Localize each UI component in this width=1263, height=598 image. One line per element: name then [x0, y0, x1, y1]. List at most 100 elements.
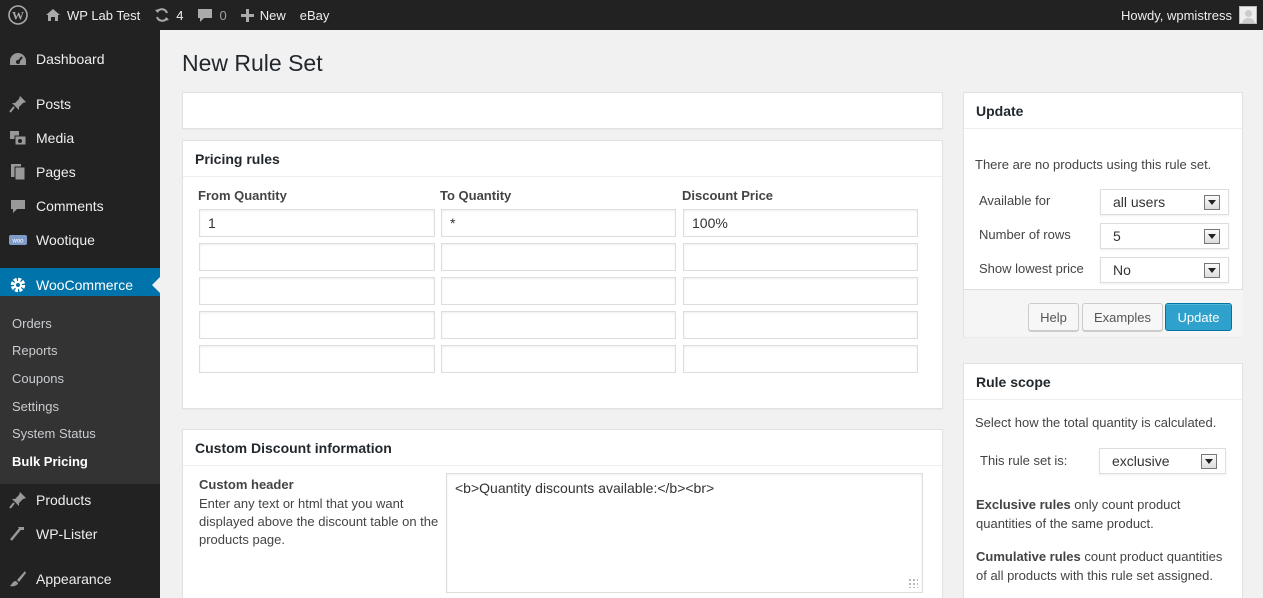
rule-scope-title[interactable]: Rule scope	[964, 364, 1242, 400]
custom-header-label: Custom header	[199, 477, 294, 492]
gear-icon	[0, 276, 36, 294]
menu-label: Comments	[36, 198, 104, 214]
available-for-value: all users	[1113, 194, 1166, 210]
from-quantity-input[interactable]: 1	[199, 209, 435, 237]
chevron-down-icon	[1204, 195, 1220, 210]
menu-appearance[interactable]: Appearance	[0, 562, 160, 596]
rule-scope-intro: Select how the total quantity is calcula…	[975, 415, 1217, 430]
exclusive-rules-description: Exclusive rules only count product quant…	[976, 495, 1236, 533]
menu-wootique[interactable]: woo Wootique	[0, 223, 160, 257]
exclusive-rules-title: Exclusive rules	[976, 497, 1071, 512]
menu-label: Appearance	[36, 571, 112, 587]
submenu-system-status[interactable]: System Status	[12, 426, 96, 441]
wordpress-logo-icon[interactable]: W	[0, 0, 38, 30]
to-quantity-input[interactable]	[441, 243, 676, 271]
custom-discount-title[interactable]: Custom Discount information	[183, 430, 942, 466]
update-box: Update There are no products using this …	[963, 92, 1243, 337]
pages-icon	[0, 163, 36, 181]
menu-label: Dashboard	[36, 51, 105, 67]
update-button[interactable]: Update	[1165, 303, 1232, 331]
to-quantity-input[interactable]	[441, 277, 676, 305]
avatar	[1239, 6, 1257, 24]
show-lowest-price-value: No	[1113, 262, 1131, 278]
custom-header-textarea[interactable]: <b>Quantity discounts available:</b><br>	[446, 473, 923, 593]
pin-icon	[0, 491, 36, 509]
examples-button[interactable]: Examples	[1082, 303, 1163, 331]
col-from-quantity: From Quantity	[198, 188, 287, 203]
show-lowest-price-select[interactable]: No	[1100, 257, 1229, 283]
comment-icon	[0, 198, 36, 214]
submenu-orders[interactable]: Orders	[12, 316, 52, 331]
menu-label: Posts	[36, 96, 72, 112]
from-quantity-input[interactable]	[199, 345, 435, 373]
rule-set-type-select[interactable]: exclusive	[1099, 448, 1226, 474]
from-quantity-input[interactable]	[199, 277, 435, 305]
chevron-down-icon	[1204, 263, 1220, 278]
menu-pages[interactable]: Pages	[0, 155, 160, 189]
to-quantity-input[interactable]: *	[441, 209, 676, 237]
menu-comments[interactable]: Comments	[0, 189, 160, 223]
pricing-rules-title[interactable]: Pricing rules	[183, 141, 942, 177]
updates-link[interactable]: 4	[147, 0, 190, 30]
resize-grip-icon[interactable]	[908, 578, 918, 588]
plus-icon	[240, 8, 254, 22]
no-products-notice: There are no products using this rule se…	[975, 157, 1212, 172]
howdy-text: Howdy, wpmistress	[1120, 7, 1232, 23]
from-quantity-input[interactable]	[199, 243, 435, 271]
submenu-settings[interactable]: Settings	[12, 399, 59, 414]
svg-text:W: W	[12, 9, 24, 23]
pin-icon	[0, 95, 36, 113]
ebay-label: eBay	[299, 7, 330, 23]
update-box-title[interactable]: Update	[964, 93, 1242, 129]
menu-dashboard[interactable]: Dashboard	[0, 42, 160, 76]
menu-label: WooCommerce	[36, 277, 133, 293]
title-box[interactable]	[182, 92, 943, 129]
menu-products[interactable]: Products	[0, 483, 160, 517]
ebay-link[interactable]: eBay	[293, 0, 337, 30]
discount-price-input[interactable]	[683, 277, 918, 305]
page-title: New Rule Set	[182, 50, 323, 76]
chevron-down-icon	[1204, 229, 1220, 244]
menu-wp-lister[interactable]: WP-Lister	[0, 517, 160, 551]
discount-price-input[interactable]	[683, 311, 918, 339]
site-name-link[interactable]: WP Lab Test	[38, 0, 147, 30]
admin-bar: W WP Lab Test 4 0 New eBay Howdy, wpmist…	[0, 0, 1263, 30]
custom-discount-box: Custom Discount information Custom heade…	[182, 429, 943, 598]
submenu-reports[interactable]: Reports	[12, 343, 58, 358]
to-quantity-input[interactable]	[441, 311, 676, 339]
submenu-coupons[interactable]: Coupons	[12, 371, 64, 386]
comments-link[interactable]: 0	[190, 0, 233, 30]
dashboard-icon	[0, 51, 36, 67]
help-button[interactable]: Help	[1028, 303, 1079, 331]
comments-count: 0	[219, 7, 227, 23]
new-label: New	[259, 7, 286, 23]
hammer-icon	[0, 525, 36, 543]
discount-price-input[interactable]: 100%	[683, 209, 918, 237]
media-icon	[0, 130, 36, 146]
admin-sidebar: Dashboard Posts Media Pages Comments woo…	[0, 30, 160, 598]
menu-media[interactable]: Media	[0, 121, 160, 155]
menu-label: Products	[36, 492, 92, 508]
menu-posts[interactable]: Posts	[0, 87, 160, 121]
show-lowest-price-label: Show lowest price	[979, 261, 1084, 276]
number-of-rows-value: 5	[1113, 228, 1121, 244]
custom-header-description: Enter any text or html that you want dis…	[199, 496, 439, 547]
available-for-label: Available for	[979, 193, 1051, 208]
col-to-quantity: To Quantity	[440, 188, 512, 203]
to-quantity-input[interactable]	[441, 345, 676, 373]
discount-price-input[interactable]	[683, 345, 918, 373]
woo-icon: woo	[0, 235, 36, 245]
from-quantity-input[interactable]	[199, 311, 435, 339]
my-account-link[interactable]: Howdy, wpmistress	[1114, 0, 1263, 30]
brush-icon	[0, 570, 36, 588]
available-for-select[interactable]: all users	[1100, 189, 1229, 215]
pricing-rules-box: Pricing rules From Quantity To Quantity …	[182, 140, 943, 409]
new-content-link[interactable]: New	[234, 0, 293, 30]
submenu-bulk-pricing[interactable]: Bulk Pricing	[12, 454, 88, 469]
number-of-rows-select[interactable]: 5	[1100, 223, 1229, 249]
discount-price-input[interactable]	[683, 243, 918, 271]
site-name: WP Lab Test	[67, 7, 141, 23]
updates-count: 4	[176, 7, 184, 23]
menu-label: Wootique	[36, 232, 95, 248]
custom-header-value: <b>Quantity discounts available:</b><br>	[455, 480, 715, 496]
